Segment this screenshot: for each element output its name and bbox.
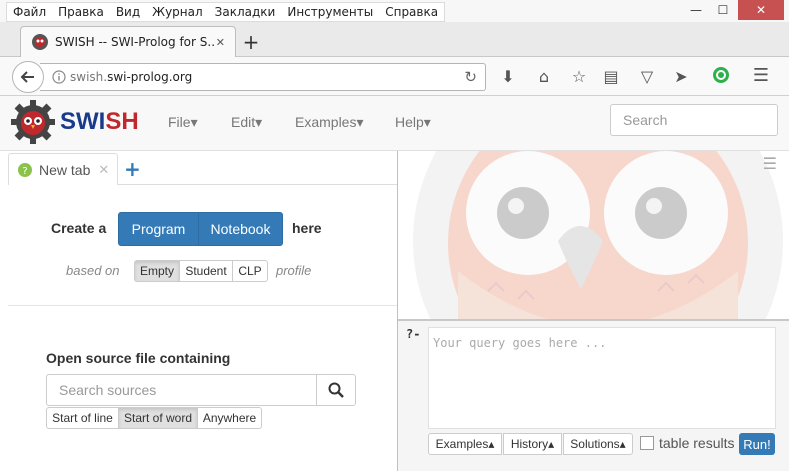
back-button[interactable] (12, 61, 44, 93)
query-input[interactable]: Your query goes here ... (428, 327, 776, 429)
tab-new-tab[interactable]: ? New tab ✕ (8, 153, 118, 185)
solutions-dropdown[interactable]: Solutions ▴ (563, 433, 633, 455)
bookmark-star-icon[interactable]: ☆ (569, 67, 589, 86)
logo-swi: SWI (60, 108, 106, 135)
new-browser-tab-button[interactable]: + (240, 30, 262, 54)
table-results-label: table results (659, 435, 735, 451)
hamburger-menu-icon[interactable]: ☰ (751, 65, 771, 86)
menu-tools[interactable]: Инструменты (281, 5, 379, 19)
swish-owl-watermark-icon (413, 151, 783, 319)
examples-dropdown[interactable]: Examples ▴ (428, 433, 502, 455)
menu-view[interactable]: Вид (110, 5, 146, 19)
left-pane: ? New tab ✕ + Create a Program Notebook … (0, 151, 398, 471)
info-icon[interactable] (52, 70, 66, 84)
help-menu[interactable]: Help▾ (395, 114, 431, 131)
minimize-button[interactable]: — (683, 0, 709, 20)
browser-navbar: swish.swi-prolog.org ↻ ⬇ ⌂ ☆ ▤ ▽ ➤ ☰ (0, 57, 789, 96)
app-menu: Файл Правка Вид Журнал Закладки Инструме… (6, 2, 446, 22)
close-window-button[interactable]: ✕ (738, 0, 784, 20)
search-sources-input[interactable]: Search sources (46, 374, 317, 406)
downloads-icon[interactable]: ⬇ (498, 67, 518, 86)
url-bar[interactable]: swish.swi-prolog.org ↻ (40, 63, 486, 91)
question-circle-icon: ? (18, 162, 32, 177)
maximize-button[interactable]: ☐ (710, 0, 736, 20)
menu-edit[interactable]: Правка (52, 5, 110, 19)
menu-history[interactable]: Журнал (146, 5, 209, 19)
pocket-icon[interactable]: ▽ (637, 67, 657, 86)
svg-text:?: ? (22, 166, 27, 177)
profile-student-button[interactable]: Student (179, 260, 233, 282)
swish-logo-text[interactable]: SWISH (60, 108, 139, 136)
add-tab-button[interactable]: + (124, 157, 141, 181)
send-icon[interactable]: ➤ (671, 67, 691, 86)
profile-label: profile (276, 263, 312, 278)
menu-file[interactable]: Файл (7, 5, 52, 19)
search-sources-button[interactable] (316, 374, 356, 406)
swish-header: SWISH File▾ Edit▾ Examples▾ Help▾ Search (0, 96, 789, 151)
edit-menu[interactable]: Edit▾ (231, 114, 262, 131)
anywhere-button[interactable]: Anywhere (197, 407, 262, 429)
table-results-checkbox[interactable] (640, 436, 654, 450)
query-pane: ?- Your query goes here ... Examples ▴ Hi… (398, 321, 789, 471)
logo-sh: SH (105, 108, 139, 135)
browser-tab[interactable]: SWISH -- SWI-Prolog for S... ✕ (20, 26, 236, 57)
search-input[interactable]: Search (610, 104, 778, 136)
here-label: here (292, 220, 322, 236)
swish-logo-icon[interactable] (11, 100, 55, 144)
back-arrow-icon (20, 71, 34, 83)
history-dropdown[interactable]: History ▴ (503, 433, 562, 455)
based-on-label: based on (66, 263, 120, 278)
notebook-button[interactable]: Notebook (198, 212, 283, 246)
query-prompt: ?- (406, 327, 421, 341)
profile-empty-button[interactable]: Empty (134, 260, 180, 282)
swish-favicon-icon (32, 34, 48, 50)
open-source-title: Open source file containing (46, 350, 231, 366)
start-of-line-button[interactable]: Start of line (46, 407, 119, 429)
tab-close-icon[interactable]: ✕ (216, 36, 225, 49)
url-text: swish.swi-prolog.org (70, 70, 192, 84)
table-results-toggle[interactable]: table results (640, 435, 734, 451)
url-domain: swi-prolog.org (107, 70, 193, 84)
panel-menu-icon[interactable]: ☰ (763, 154, 777, 173)
reading-list-icon[interactable]: ▤ (601, 67, 621, 86)
output-pane: ☰ (398, 151, 789, 321)
program-button[interactable]: Program (118, 212, 199, 246)
file-menu[interactable]: File▾ (168, 114, 198, 131)
menu-bookmarks[interactable]: Закладки (209, 5, 282, 19)
window-menubar: Файл Правка Вид Журнал Закладки Инструме… (0, 0, 789, 22)
examples-menu[interactable]: Examples▾ (295, 114, 364, 131)
reload-icon[interactable]: ↻ (464, 68, 477, 86)
profile-clp-button[interactable]: CLP (232, 260, 268, 282)
browser-tabstrip: SWISH -- SWI-Prolog for S... ✕ + (0, 22, 789, 57)
url-prefix: swish. (70, 70, 108, 84)
tab-close-icon[interactable]: ✕ (98, 162, 109, 178)
browser-tab-title: SWISH -- SWI-Prolog for S... (55, 35, 216, 49)
home-icon[interactable]: ⌂ (534, 67, 554, 86)
tab-label: New tab (39, 161, 91, 178)
extension-icon[interactable] (711, 66, 731, 84)
create-a-label: Create a (51, 220, 107, 236)
menu-help[interactable]: Справка (379, 5, 444, 19)
divider (8, 305, 397, 306)
start-of-word-button[interactable]: Start of word (118, 407, 198, 429)
search-icon (328, 382, 344, 398)
run-button[interactable]: Run! (739, 433, 775, 455)
